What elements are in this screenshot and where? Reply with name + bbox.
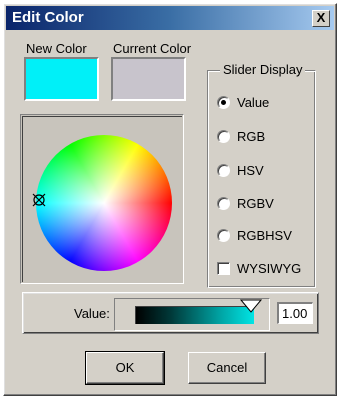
checkbox-label: WYSIWYG — [237, 261, 302, 276]
radio-button[interactable] — [217, 96, 230, 109]
color-wheel[interactable] — [36, 135, 172, 271]
cancel-button[interactable]: Cancel — [188, 352, 266, 384]
close-button[interactable]: X — [312, 10, 330, 27]
value-label: Value: — [74, 306, 110, 321]
value-input[interactable] — [277, 302, 313, 324]
radio-button[interactable] — [217, 229, 230, 242]
radio-label: RGBHSV — [237, 228, 292, 243]
new-color-swatch — [24, 57, 99, 101]
new-color-label: New Color — [26, 41, 87, 56]
radio-label: HSV — [237, 163, 264, 178]
crosshair-icon[interactable] — [32, 193, 46, 207]
wysiwyg-checkbox[interactable] — [217, 262, 230, 275]
value-slider[interactable] — [114, 298, 270, 331]
radio-button[interactable] — [217, 130, 230, 143]
title-bar[interactable]: Edit Color X — [6, 6, 334, 30]
radio-label: RGB — [237, 129, 266, 144]
radio-label: RGBV — [237, 196, 274, 211]
radio-button[interactable] — [217, 164, 230, 177]
window-title: Edit Color — [12, 9, 84, 26]
color-wheel-panel — [20, 114, 184, 284]
ok-button[interactable]: OK — [85, 351, 165, 385]
current-color-label: Current Color — [113, 41, 192, 56]
current-color-swatch[interactable] — [111, 57, 186, 101]
radio-label: Value — [237, 95, 270, 110]
slider-thumb-icon[interactable] — [240, 299, 262, 313]
value-slider-track[interactable] — [135, 306, 254, 324]
slider-display-title: Slider Display — [220, 62, 306, 77]
radio-button[interactable] — [217, 197, 230, 210]
